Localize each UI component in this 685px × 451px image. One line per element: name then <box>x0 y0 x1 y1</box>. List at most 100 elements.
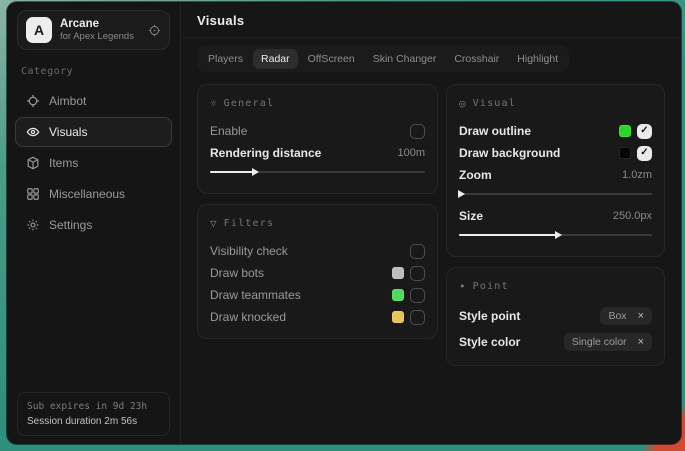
draw-teammates-label: Draw teammates <box>210 288 301 302</box>
main-header: Visuals <box>181 2 681 38</box>
sidebar-item-label: Items <box>49 156 78 170</box>
draw-bots-checkbox[interactable] <box>410 266 425 281</box>
sub-expires-text: Sub expires in 9d 23h <box>27 401 160 412</box>
target-icon[interactable] <box>148 24 161 37</box>
tab-players[interactable]: Players <box>200 49 251 69</box>
draw-teammates-color-swatch[interactable] <box>392 289 404 301</box>
tab-offscreen[interactable]: OffScreen <box>300 49 363 69</box>
tab-radar[interactable]: Radar <box>253 49 298 69</box>
section-title: Point <box>473 281 509 292</box>
style-point-row: Style point Box × <box>459 303 652 329</box>
category-label: Category <box>21 66 166 77</box>
tab-bar: Players Radar OffScreen Skin Changer Cro… <box>197 46 569 72</box>
draw-background-row: Draw background ✓ <box>459 142 652 164</box>
size-label: Size <box>459 209 483 223</box>
brand-card: A Arcane for Apex Legends <box>17 10 170 50</box>
slider-thumb[interactable] <box>252 168 259 176</box>
main-panel: Visuals Players Radar OffScreen Skin Cha… <box>181 2 681 444</box>
draw-bots-color-swatch[interactable] <box>392 267 404 279</box>
sidebar: A Arcane for Apex Legends Category <box>7 2 181 444</box>
app-name: Arcane <box>60 18 134 30</box>
right-column: ◎ Visual Draw outline ✓ <box>446 84 665 366</box>
draw-outline-checkbox[interactable]: ✓ <box>637 124 652 139</box>
check-icon: ✓ <box>640 126 648 136</box>
visual-card: ◎ Visual Draw outline ✓ <box>446 84 665 257</box>
eye-icon <box>26 125 40 139</box>
size-slider[interactable] <box>459 229 652 241</box>
style-point-select[interactable]: Box × <box>600 307 652 325</box>
draw-knocked-row: Draw knocked <box>210 306 425 328</box>
general-header: ☼ General <box>210 97 425 110</box>
gear-icon <box>26 218 40 232</box>
zoom-row: Zoom 1.0zm <box>459 164 652 186</box>
tab-crosshair[interactable]: Crosshair <box>446 49 507 69</box>
zoom-slider[interactable] <box>459 188 652 200</box>
sidebar-item-label: Aimbot <box>49 94 86 108</box>
draw-outline-row: Draw outline ✓ <box>459 120 652 142</box>
sidebar-item-aimbot[interactable]: Aimbot <box>15 86 172 116</box>
rendering-distance-value: 100m <box>397 147 425 159</box>
slider-thumb[interactable] <box>555 231 562 239</box>
sidebar-item-label: Settings <box>49 218 92 232</box>
sidebar-item-miscellaneous[interactable]: Miscellaneous <box>15 179 172 209</box>
style-color-value: Single color <box>572 336 627 348</box>
general-card: ☼ General Enable Rendering distance 100m <box>197 84 438 194</box>
draw-knocked-label: Draw knocked <box>210 310 286 324</box>
funnel-icon: ▽ <box>210 217 217 230</box>
sidebar-item-settings[interactable]: Settings <box>15 210 172 240</box>
crosshair-icon <box>26 94 40 108</box>
draw-background-label: Draw background <box>459 146 560 160</box>
tab-skin-changer[interactable]: Skin Changer <box>365 49 445 69</box>
slider-thumb[interactable] <box>458 190 465 198</box>
draw-outline-label: Draw outline <box>459 124 531 138</box>
draw-teammates-row: Draw teammates <box>210 284 425 306</box>
slider-fill <box>210 171 253 173</box>
enable-label: Enable <box>210 124 247 138</box>
sidebar-item-visuals[interactable]: Visuals <box>15 117 172 147</box>
rendering-distance-row: Rendering distance 100m <box>210 142 425 164</box>
point-header: • Point <box>459 280 652 293</box>
draw-bots-label: Draw bots <box>210 266 264 280</box>
draw-knocked-checkbox[interactable] <box>410 310 425 325</box>
enable-row: Enable <box>210 120 425 142</box>
visibility-check-checkbox[interactable] <box>410 244 425 259</box>
remove-icon[interactable]: × <box>638 311 644 322</box>
sidebar-item-items[interactable]: Items <box>15 148 172 178</box>
grid-icon <box>26 187 40 201</box>
point-card: • Point Style point Box × Style color <box>446 267 665 366</box>
remove-icon[interactable]: × <box>638 337 644 348</box>
draw-background-color-swatch[interactable] <box>619 147 631 159</box>
visibility-check-label: Visibility check <box>210 244 288 258</box>
tab-highlight[interactable]: Highlight <box>509 49 566 69</box>
section-title: Visual <box>473 98 516 109</box>
eye-icon: ◎ <box>459 97 466 110</box>
draw-outline-color-swatch[interactable] <box>619 125 631 137</box>
app-window: A Arcane for Apex Legends Category <box>7 2 681 444</box>
draw-knocked-color-swatch[interactable] <box>392 311 404 323</box>
visual-header: ◎ Visual <box>459 97 652 110</box>
visibility-check-row: Visibility check <box>210 240 425 262</box>
filters-card: ▽ Filters Visibility check Draw bots <box>197 204 438 339</box>
draw-teammates-checkbox[interactable] <box>410 288 425 303</box>
sidebar-item-label: Miscellaneous <box>49 187 125 201</box>
left-column: ☼ General Enable Rendering distance 100m <box>197 84 438 339</box>
rendering-distance-slider[interactable] <box>210 166 425 178</box>
enable-checkbox[interactable] <box>410 124 425 139</box>
sidebar-nav: Aimbot Visuals Ite <box>7 85 180 241</box>
session-duration-text: Session duration 2m 56s <box>27 416 160 427</box>
sun-icon: ☼ <box>210 97 217 110</box>
sidebar-spacer <box>7 241 180 384</box>
zoom-value: 1.0zm <box>622 169 652 181</box>
dot-icon: • <box>459 280 466 293</box>
desktop-background: A Arcane for Apex Legends Category <box>0 0 685 451</box>
section-title: Filters <box>224 218 275 229</box>
style-point-value: Box <box>608 310 626 322</box>
rendering-distance-label: Rendering distance <box>210 146 321 160</box>
style-point-label: Style point <box>459 309 520 323</box>
brand-text: Arcane for Apex Legends <box>60 18 134 42</box>
draw-background-checkbox[interactable]: ✓ <box>637 146 652 161</box>
content-area: ☼ General Enable Rendering distance 100m <box>181 74 681 376</box>
subscription-card: Sub expires in 9d 23h Session duration 2… <box>17 392 170 436</box>
style-color-select[interactable]: Single color × <box>564 333 652 351</box>
filters-header: ▽ Filters <box>210 217 425 230</box>
